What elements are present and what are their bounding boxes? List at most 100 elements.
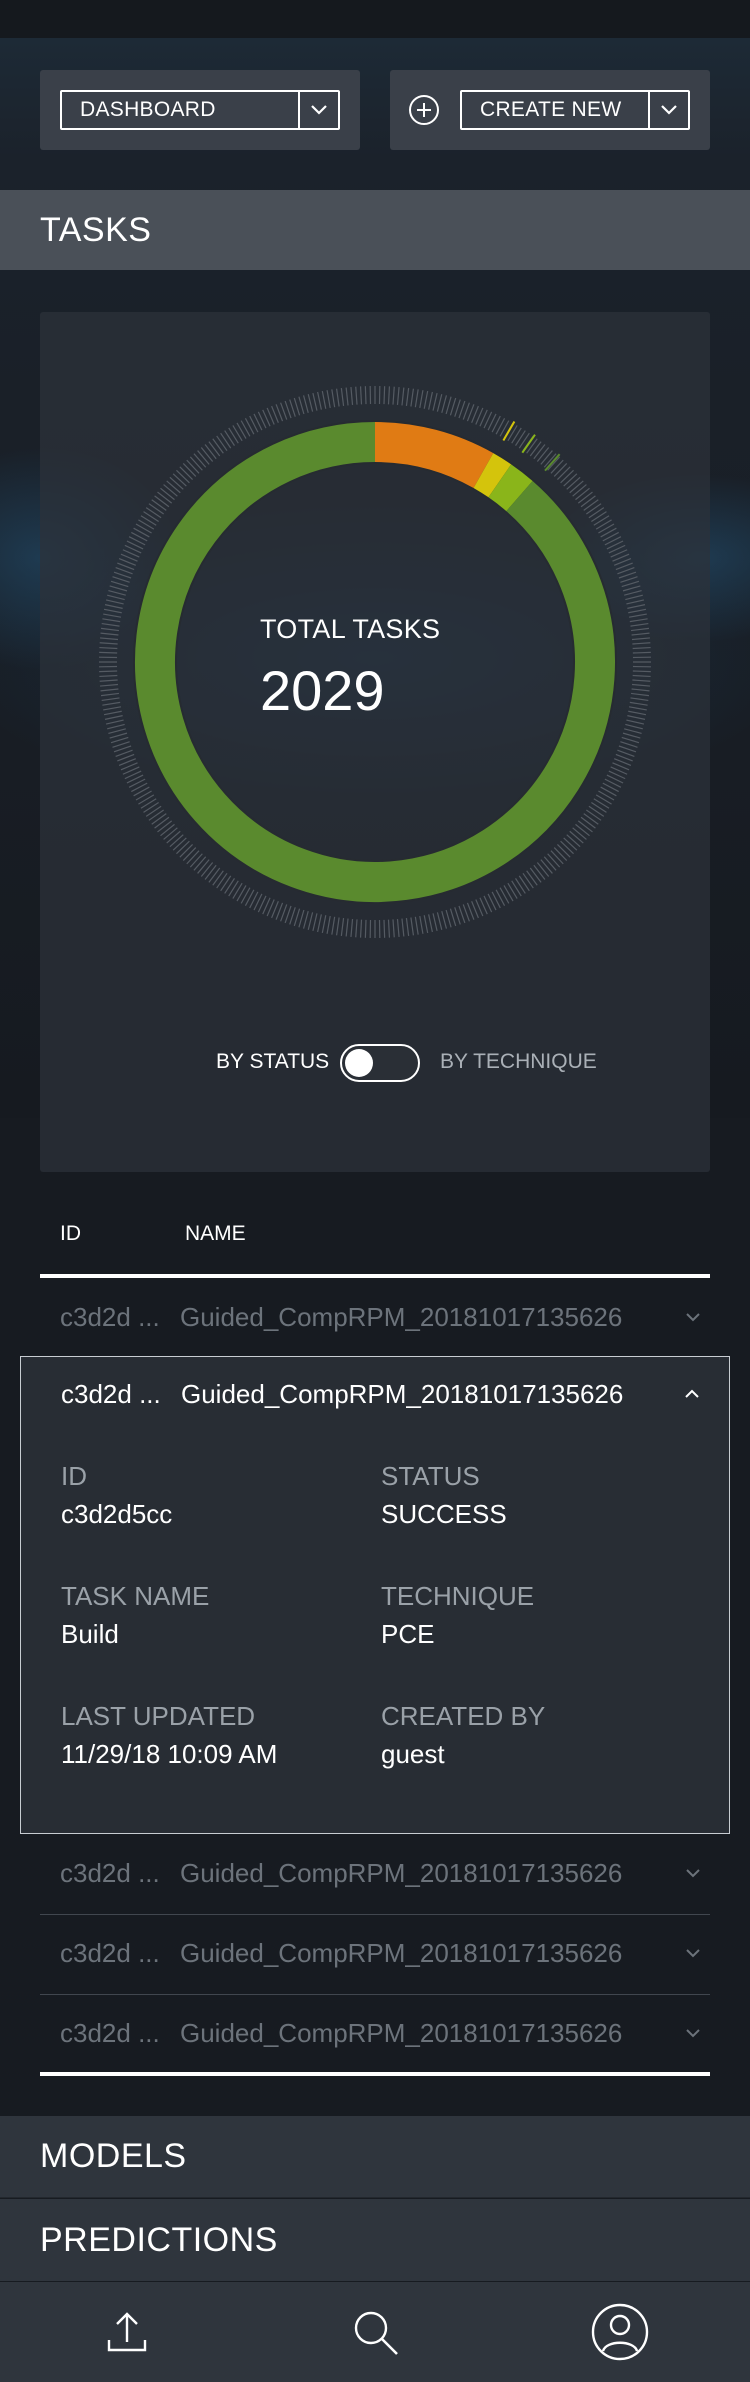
- detail-technique-value: PCE: [381, 1619, 435, 1649]
- donut-tick: [588, 805, 605, 817]
- donut-tick: [632, 651, 651, 654]
- donut-tick: [436, 912, 443, 930]
- row-name: Guided_CompRPM_20181017135626: [180, 2018, 623, 2048]
- donut-tick: [169, 834, 184, 848]
- donut-tick: [236, 422, 247, 439]
- donut-tick: [580, 495, 596, 508]
- chevron-down-icon[interactable]: [684, 1308, 702, 1326]
- donut-tick: [298, 396, 305, 415]
- donut-tick: [208, 441, 221, 457]
- donut-tick: [515, 878, 526, 894]
- donut-tick: [622, 732, 641, 739]
- table-row[interactable]: c3d2d ... Guided_CompRPM_20181017135626: [40, 1914, 710, 1994]
- donut-tick: [622, 585, 641, 592]
- donut-tick: [632, 679, 651, 682]
- view-select[interactable]: DASHBOARD: [60, 90, 340, 130]
- donut-tick: [186, 850, 200, 865]
- donut-tick: [284, 400, 292, 419]
- donut-tick: [414, 916, 419, 935]
- table-row[interactable]: c3d2d ... Guided_CompRPM_20181017135626: [40, 1278, 710, 1358]
- donut-tick: [631, 692, 650, 697]
- donut-tick: [591, 802, 607, 813]
- donut-tick: [145, 507, 162, 519]
- chevron-down-icon[interactable]: [684, 1944, 702, 1962]
- upload-icon[interactable]: [97, 2302, 157, 2362]
- donut-tick: [148, 503, 165, 515]
- donut-segment[interactable]: [473, 453, 512, 498]
- donut-tick: [212, 870, 224, 886]
- donut-tick: [566, 476, 581, 490]
- expanded-task-row[interactable]: c3d2d ... Guided_CompRPM_20181017135626 …: [20, 1356, 730, 1834]
- donut-tick: [626, 719, 645, 725]
- donut-tick: [113, 745, 132, 753]
- donut-tick: [345, 387, 349, 406]
- donut-tick: [632, 646, 651, 650]
- chevron-up-icon[interactable]: [683, 1385, 701, 1403]
- donut-tick: [163, 827, 178, 840]
- donut-tick: [103, 613, 122, 618]
- donut-tick: [560, 469, 574, 484]
- models-section-header[interactable]: MODELS: [0, 2116, 750, 2198]
- donut-tick: [593, 798, 610, 809]
- status-technique-toggle[interactable]: [340, 1044, 420, 1082]
- donut-tick: [458, 400, 466, 419]
- search-icon[interactable]: [345, 2302, 405, 2362]
- donut-tick: [151, 499, 167, 511]
- table-row[interactable]: c3d2d ... Guided_CompRPM_20181017135626: [40, 1994, 710, 2074]
- donut-tick: [335, 917, 340, 936]
- chevron-down-icon[interactable]: [298, 92, 338, 128]
- donut-tick: [236, 885, 247, 902]
- user-icon[interactable]: [590, 2302, 650, 2362]
- tasks-section-header[interactable]: TASKS: [0, 190, 750, 270]
- table-row[interactable]: c3d2d ... Guided_CompRPM_20181017135626: [40, 1834, 710, 1914]
- donut-tick: [529, 441, 542, 457]
- chevron-down-icon[interactable]: [684, 2024, 702, 2042]
- donut-tick: [628, 706, 647, 711]
- donut-tick: [569, 480, 584, 494]
- donut-tick: [631, 632, 650, 636]
- detail-last-updated-value: 11/29/18 10:09 AM: [61, 1739, 278, 1769]
- donut-tick: [208, 867, 221, 883]
- donut-tick: [204, 864, 217, 880]
- by-status-label: BY STATUS: [216, 1050, 330, 1073]
- donut-tick: [557, 466, 571, 480]
- donut-tick: [507, 425, 518, 442]
- donut-tick: [355, 919, 358, 938]
- donut-tick: [547, 456, 561, 471]
- donut-segment[interactable]: [488, 464, 533, 512]
- detail-status-label: STATUS: [381, 1461, 480, 1491]
- predictions-title: PREDICTIONS: [40, 2220, 278, 2259]
- donut-tick: [600, 527, 617, 538]
- donut-tick: [112, 741, 130, 748]
- donut-tick: [326, 915, 331, 934]
- donut-tick: [628, 608, 647, 614]
- donut-tick: [182, 463, 197, 477]
- predictions-section-header[interactable]: PREDICTIONS: [0, 2199, 750, 2281]
- donut-tick: [340, 918, 345, 937]
- donut-tick: [518, 875, 530, 892]
- create-new-select[interactable]: CREATE NEW: [460, 90, 690, 130]
- donut-tick: [240, 420, 251, 437]
- donut-tick: [563, 473, 578, 487]
- chevron-down-icon[interactable]: [684, 1864, 702, 1882]
- donut-tick: [441, 911, 448, 929]
- donut-tick: [317, 914, 322, 933]
- donut-tick: [135, 790, 152, 801]
- donut-tick: [577, 820, 593, 833]
- plus-circle-icon[interactable]: [408, 94, 440, 126]
- chevron-down-icon[interactable]: [648, 92, 688, 128]
- donut-tick: [575, 823, 590, 837]
- donut-tick: [148, 809, 165, 821]
- donut-tick: [566, 834, 581, 848]
- donut-tick: [189, 853, 203, 868]
- donut-tick: [428, 391, 433, 410]
- donut-segment[interactable]: [374, 422, 494, 489]
- donut-tick: [298, 909, 305, 928]
- column-header-name[interactable]: NAME: [185, 1222, 246, 1246]
- donut-tick: [212, 438, 224, 454]
- donut-tick: [284, 905, 292, 924]
- status-strip: [0, 0, 750, 38]
- donut-tick: [572, 827, 587, 840]
- donut-tick: [293, 908, 301, 927]
- donut-tick: [100, 632, 119, 636]
